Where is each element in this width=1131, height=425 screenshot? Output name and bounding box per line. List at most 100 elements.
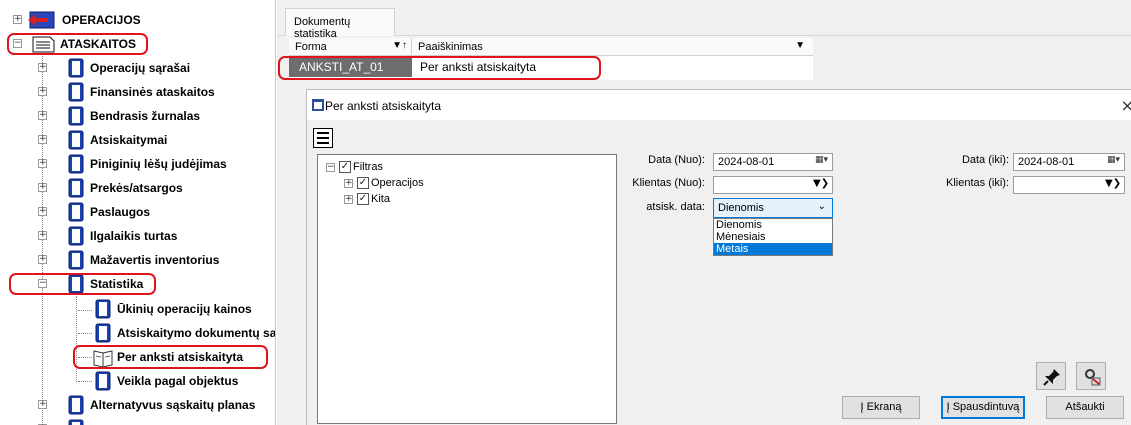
- filter-sort-icon[interactable]: ▼↑: [392, 40, 407, 51]
- column-header-label: Paaiškinimas: [418, 41, 483, 53]
- tree-connector: [78, 310, 92, 311]
- operacijos-checkbox[interactable]: ✓: [357, 177, 369, 189]
- book-icon: [95, 323, 111, 343]
- book-icon: [68, 419, 84, 425]
- book-icon: [68, 58, 84, 78]
- tree-connector: [76, 296, 77, 382]
- tree-item-label: Ūkinių operacijų kainos: [117, 302, 252, 316]
- expand-icon[interactable]: +: [38, 159, 47, 168]
- chevron-down-icon[interactable]: ⌄: [818, 201, 826, 212]
- option-menesiais[interactable]: Mėnesiais: [714, 231, 832, 243]
- book-icon: [68, 178, 84, 198]
- date-to-value: 2024-08-01: [1018, 156, 1075, 168]
- expand-icon[interactable]: +: [38, 183, 47, 192]
- book-icon: [68, 154, 84, 174]
- filter-checkbox[interactable]: ✓: [339, 161, 351, 173]
- book-icon: [68, 130, 84, 150]
- highlight-grid-row: [278, 56, 601, 80]
- tree-connector: [78, 333, 92, 334]
- date-from-label: Data (Nuo):: [648, 154, 705, 166]
- book-icon: [68, 106, 84, 126]
- book-icon: [68, 202, 84, 222]
- date-to-label: Data (iki):: [961, 154, 1009, 166]
- tree-item-label: Atsiskaitymo dokumentų sa: [117, 326, 276, 340]
- expand-icon[interactable]: +: [38, 400, 47, 409]
- menu-icon[interactable]: [313, 128, 333, 148]
- book-icon: [68, 82, 84, 102]
- tree-item-label: Prekės/atsargos: [90, 181, 183, 195]
- highlight-per-anksti: [73, 345, 268, 369]
- column-header-forma[interactable]: Forma ▼↑: [289, 38, 412, 56]
- calendar-dropdown-icon[interactable]: ▦▾: [815, 155, 828, 171]
- tree-item-label: Finansinės ataskaitos: [90, 85, 215, 99]
- expand-icon[interactable]: +: [38, 111, 47, 120]
- book-icon: [95, 299, 111, 319]
- cancel-button[interactable]: Atšaukti: [1046, 396, 1124, 419]
- book-icon: [68, 250, 84, 270]
- settle-date-select[interactable]: Dienomis ⌄: [713, 198, 833, 218]
- tree-item-label: OPERACIJOS: [62, 13, 141, 27]
- tree-item-label: Piniginių lėšų judėjimas: [90, 157, 227, 171]
- client-to-label: Klientas (iki):: [946, 177, 1009, 189]
- expand-icon[interactable]: +: [38, 87, 47, 96]
- tab-bar: Dokumentų statistika: [277, 0, 1131, 40]
- book-icon: [68, 226, 84, 246]
- tree-connector: [78, 381, 92, 382]
- tree-item-label: Paslaugos: [90, 205, 151, 219]
- expand-icon[interactable]: +: [38, 135, 47, 144]
- tree-item-label: Bendrasis žurnalas: [90, 109, 201, 123]
- column-header-paaiskinimas[interactable]: Paaiškinimas ▼: [412, 38, 813, 56]
- report-dialog: Per anksti atsiskaityta × − ✓ Filtras + …: [306, 89, 1131, 425]
- close-icon[interactable]: ×: [1121, 96, 1131, 115]
- tree-item-label: Alternatyvus sąskaitų planas: [90, 398, 256, 412]
- kita-checkbox[interactable]: ✓: [357, 193, 369, 205]
- pushpin-icon: [1043, 369, 1060, 386]
- tree-item-label: Mažavertis inventorius: [90, 253, 220, 267]
- expand-icon[interactable]: +: [38, 207, 47, 216]
- settle-date-value: Dienomis: [718, 202, 764, 214]
- filter-child-label: Operacijos: [371, 177, 424, 189]
- app-root: + OPERACIJOS − ATASKAITOS + Operacijų są…: [0, 0, 1131, 425]
- filter-next-icon[interactable]: ▼❯: [813, 178, 831, 192]
- client-to-input[interactable]: ▼❯: [1013, 176, 1125, 194]
- book-icon: [95, 371, 111, 391]
- settle-date-options[interactable]: Dienomis Mėnesiais Metais: [713, 218, 833, 256]
- navigation-tree[interactable]: + OPERACIJOS − ATASKAITOS + Operacijų są…: [0, 0, 276, 425]
- highlight-statistika: [9, 273, 156, 295]
- date-from-input[interactable]: 2024-08-01 ▦▾: [713, 153, 833, 171]
- tab-dokumentu-statistika[interactable]: Dokumentų statistika: [285, 8, 395, 40]
- option-dienomis[interactable]: Dienomis: [714, 219, 832, 231]
- expand-icon[interactable]: +: [344, 195, 353, 204]
- to-screen-button[interactable]: Į Ekraną: [842, 396, 920, 419]
- grid-header: Forma ▼↑ Paaiškinimas ▼: [289, 38, 813, 56]
- column-header-label: Forma: [295, 41, 327, 53]
- book-icon: [68, 395, 84, 415]
- settle-date-label: atsisk. data:: [646, 201, 705, 213]
- tree-item-label: Atsiskaitymai: [90, 133, 168, 147]
- collapse-icon[interactable]: −: [326, 163, 335, 172]
- filter-child-label: Kita: [371, 193, 390, 205]
- pin-button[interactable]: [1036, 362, 1066, 390]
- client-from-label: Klientas (Nuo):: [632, 177, 705, 189]
- expand-icon[interactable]: +: [38, 63, 47, 72]
- option-metais[interactable]: Metais: [714, 243, 832, 255]
- date-to-input[interactable]: 2024-08-01 ▦▾: [1013, 153, 1125, 171]
- tree-item-label: Veikla pagal objektus: [117, 374, 239, 388]
- tools-icon: [1085, 369, 1101, 386]
- tree-item-label: Ilgalaikis turtas: [90, 229, 178, 243]
- dialog-titlebar[interactable]: Per anksti atsiskaityta ×: [307, 90, 1131, 120]
- expand-icon[interactable]: +: [344, 179, 353, 188]
- expand-icon[interactable]: +: [38, 231, 47, 240]
- tree-item-label: Operacijų sąrašai: [90, 61, 191, 75]
- filter-icon[interactable]: ▼: [795, 40, 805, 51]
- dialog-body: − ✓ Filtras + ✓ Operacijos + ✓ Kita Data…: [307, 120, 1131, 425]
- to-printer-button[interactable]: Į Spausdintuvą: [941, 396, 1025, 419]
- filter-tree-panel[interactable]: − ✓ Filtras + ✓ Operacijos + ✓ Kita: [317, 154, 617, 424]
- calendar-dropdown-icon[interactable]: ▦▾: [1107, 155, 1120, 171]
- filter-next-icon[interactable]: ▼❯: [1105, 178, 1123, 192]
- client-from-input[interactable]: ▼❯: [713, 176, 833, 194]
- expand-icon[interactable]: +: [13, 15, 22, 24]
- settings-button[interactable]: [1076, 362, 1106, 390]
- expand-icon[interactable]: +: [38, 255, 47, 264]
- date-from-value: 2024-08-01: [718, 156, 775, 168]
